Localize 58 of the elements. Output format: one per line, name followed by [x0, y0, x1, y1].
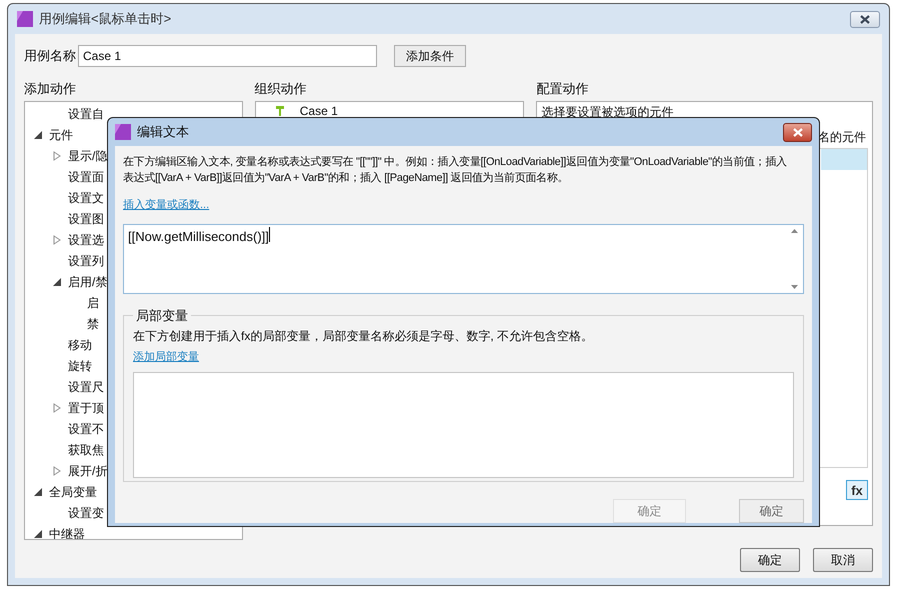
editor-text: [[Now.getMilliseconds()]] [128, 228, 269, 246]
expanded-triangle-icon[interactable] [34, 488, 42, 496]
case-label[interactable]: Case 1 [300, 104, 338, 118]
text-editor[interactable]: [[Now.getMilliseconds()]] [123, 224, 804, 294]
column-heading: 配置动作 [536, 80, 590, 98]
fx-button[interactable]: fx [846, 480, 868, 500]
description-text: 在下方编辑区输入文本, 变量名称或表达式要写在 "[[""]]" 中。例如：插入变量[[OnLoadVariable]]返回值为变量"OnLoadVariable"的当前值；插入表达式[[VarA + VarB]]返回值为"VarA + VarB"的和；插入 [[PageName]] 返回值为当前页面名称。 [123, 154, 788, 186]
tree-item[interactable]: 启用/禁 [68, 272, 108, 290]
tree-item[interactable]: 设置面 [68, 168, 104, 186]
close-button[interactable] [850, 10, 880, 28]
dialog-title: 编辑文本 [137, 123, 189, 142]
case-name-label: 用例名称 [24, 46, 77, 65]
column-heading: 组织动作 [254, 80, 308, 98]
dialog-button[interactable]: 确定 [739, 498, 804, 522]
expanded-triangle-icon[interactable] [53, 278, 61, 286]
tree-item[interactable]: 设置列 [68, 252, 104, 270]
group-title: 局部变量 [135, 306, 189, 324]
tree-item[interactable]: 元件 [49, 126, 73, 144]
dialog-button[interactable]: 确定 [740, 548, 800, 572]
tree-item[interactable]: 全局变量 [49, 482, 97, 500]
add-condition-button[interactable]: 添加条件 [394, 44, 466, 66]
tree-item[interactable]: 设置变 [68, 504, 104, 522]
scroll-down-icon[interactable] [791, 284, 798, 288]
column-heading: 添加动作 [24, 80, 77, 98]
tree-item[interactable]: 设置自 [68, 104, 104, 122]
tree-item[interactable]: 设置尺 [68, 378, 104, 396]
tree-item[interactable]: 启 [87, 294, 99, 312]
tree-item[interactable]: 旋转 [68, 356, 92, 374]
tree-item[interactable]: 移动 [68, 336, 92, 354]
local-variables-description: 在下方创建用于插入fx的局部变量，局部变量名称必须是字母、数字, 不允许包含空格。 [133, 328, 594, 345]
dialog-button[interactable]: 取消 [813, 548, 873, 572]
tree-item[interactable]: 中继器 [49, 524, 85, 539]
close-icon [860, 14, 870, 24]
collapsed-triangle-icon[interactable] [53, 466, 61, 476]
tree-item[interactable]: 置于顶 [68, 398, 104, 416]
app-logo-icon [115, 124, 131, 140]
tree-item[interactable]: 禁 [87, 314, 99, 332]
collapsed-triangle-icon[interactable] [53, 402, 61, 412]
insert-variable-link[interactable]: 插入变量或函数... [123, 199, 210, 211]
close-icon [792, 128, 802, 136]
tree-item[interactable]: 设置文 [68, 188, 104, 206]
collapsed-triangle-icon[interactable] [53, 150, 61, 160]
window-title: 用例编辑<鼠标单击时> [39, 10, 172, 28]
scroll-up-icon[interactable] [791, 228, 798, 232]
expanded-triangle-icon[interactable] [34, 130, 42, 138]
close-button[interactable] [783, 122, 812, 142]
case-icon [276, 106, 284, 116]
collapsed-triangle-icon[interactable] [53, 234, 61, 244]
tree-item[interactable]: 设置不 [68, 420, 104, 438]
app-logo-icon [17, 11, 33, 27]
tree-item[interactable]: 获取焦 [68, 440, 104, 458]
case-name-field[interactable]: Case 1 [78, 44, 377, 66]
tree-item[interactable]: 设置选 [68, 230, 104, 248]
tree-item[interactable]: 显示/隐 [68, 146, 108, 164]
tree-item[interactable]: 展开/折 [68, 462, 108, 480]
expanded-triangle-icon[interactable] [34, 530, 42, 538]
add-local-variable-link[interactable]: 添加局部变量 [133, 349, 794, 366]
tree-item[interactable]: 设置图 [68, 210, 104, 228]
